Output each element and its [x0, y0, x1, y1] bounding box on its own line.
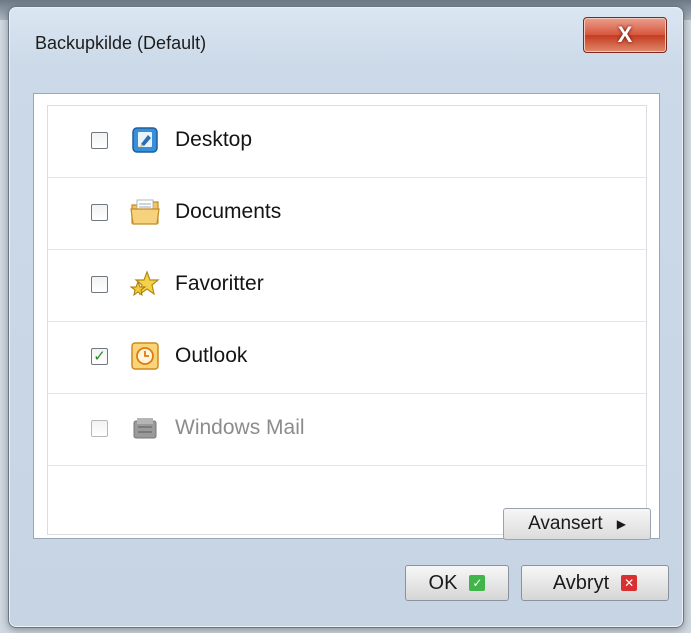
- title-bar: Backupkilde (Default) X: [9, 7, 683, 79]
- arrow-right-icon: ▶: [616, 517, 626, 531]
- windows-mail-label: Windows Mail: [175, 416, 305, 439]
- close-icon: ✕: [621, 575, 638, 591]
- source-list: Desktop Documents Favoritter ✓ Outlook W…: [47, 105, 651, 540]
- desktop-icon: [129, 124, 161, 156]
- desktop-label: Desktop: [175, 128, 253, 151]
- list-item: Windows Mail: [48, 394, 646, 466]
- content-panel: Desktop Documents Favoritter ✓ Outlook W…: [33, 93, 660, 540]
- checkmark-icon: ✓: [93, 347, 106, 365]
- favorites-label: Favoritter: [175, 272, 264, 295]
- close-icon: X: [617, 22, 633, 47]
- list-item[interactable]: Favoritter: [48, 250, 646, 322]
- check-icon: ✓: [469, 575, 486, 591]
- favorites-star-icon: [129, 268, 161, 300]
- dialog-title: Backupkilde (Default): [35, 33, 207, 53]
- outlook-clock-icon: [129, 340, 161, 372]
- list-item[interactable]: Desktop: [48, 106, 646, 178]
- desktop-checkbox[interactable]: [91, 132, 108, 149]
- list-item[interactable]: ✓ Outlook: [48, 322, 646, 394]
- documents-folder-icon: [129, 196, 161, 228]
- close-button[interactable]: X: [583, 17, 667, 53]
- documents-label: Documents: [175, 200, 282, 223]
- outlook-checkbox[interactable]: ✓: [91, 348, 108, 365]
- advanced-button[interactable]: Avansert ▶: [503, 508, 651, 540]
- cancel-button[interactable]: Avbryt ✕: [521, 565, 669, 601]
- outlook-label: Outlook: [175, 344, 248, 367]
- favorites-checkbox[interactable]: [91, 276, 108, 293]
- windows-mail-checkbox: [91, 420, 108, 437]
- backup-source-dialog: Backupkilde (Default) X Desktop Document…: [8, 6, 684, 628]
- cancel-label: Avbryt: [552, 571, 610, 594]
- advanced-label: Avansert: [528, 513, 603, 534]
- ok-button[interactable]: OK ✓: [405, 565, 509, 601]
- windows-mail-icon: [129, 412, 161, 444]
- documents-checkbox[interactable]: [91, 204, 108, 221]
- ok-label: OK: [428, 571, 458, 594]
- list-item[interactable]: Documents: [48, 178, 646, 250]
